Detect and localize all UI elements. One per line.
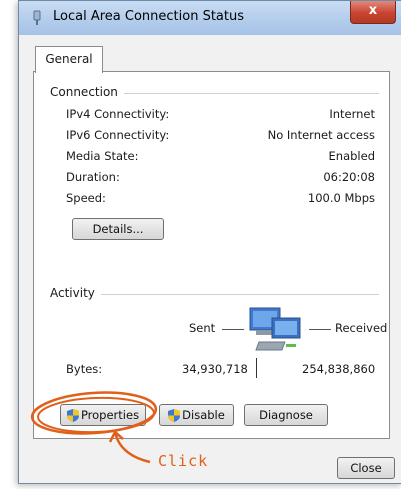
click-annotation-circle xyxy=(30,391,158,464)
tab-general[interactable]: General xyxy=(35,46,103,73)
click-annotation-text: Click xyxy=(158,452,209,470)
